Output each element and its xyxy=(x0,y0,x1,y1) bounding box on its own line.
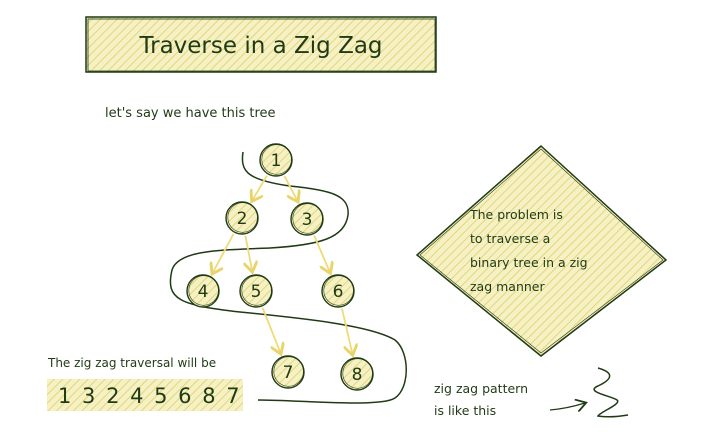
tree-node-label: 4 xyxy=(198,282,209,302)
tree-node-2: 2 xyxy=(225,201,259,235)
tree-node-label: 5 xyxy=(251,282,262,302)
title-box: Traverse in a Zig Zag xyxy=(85,16,437,73)
tree-node-1: 1 xyxy=(259,143,293,177)
zigzag-squiggle-icon xyxy=(593,367,629,418)
pattern-line-1: zig zag pattern xyxy=(434,381,528,396)
traversal-box: 1 3 2 4 5 6 8 7 xyxy=(47,379,243,411)
tree-node-6: 6 xyxy=(321,274,355,308)
problem-line-2: to traverse a xyxy=(470,231,550,246)
tree-node-label: 6 xyxy=(333,282,344,302)
tree-node-8: 8 xyxy=(340,357,374,391)
tree-edges xyxy=(213,175,352,354)
problem-line-4: zag manner xyxy=(470,279,546,294)
traversal-sequence: 1 3 2 4 5 6 8 7 xyxy=(58,384,242,408)
edge-n2-n4 xyxy=(213,233,235,273)
tree-node-label: 7 xyxy=(283,363,294,383)
edge-n6-n8 xyxy=(341,308,352,354)
edge-n5-n7 xyxy=(261,307,281,353)
problem-diamond: The problem is to traverse a binary tree… xyxy=(415,144,668,357)
pattern-arrow xyxy=(549,403,585,410)
tree-node-label: 3 xyxy=(302,210,313,230)
tree-node-5: 5 xyxy=(239,274,273,308)
problem-line-3: binary tree in a zig xyxy=(470,255,588,270)
intro-text: let's say we have this tree xyxy=(105,106,276,121)
problem-line-1: The problem is xyxy=(469,207,563,222)
pattern-line-2: is like this xyxy=(434,403,496,418)
edge-n2-n5 xyxy=(245,235,252,271)
tree-node-7: 7 xyxy=(271,355,305,389)
tree-node-label: 1 xyxy=(271,151,282,171)
diagram-canvas: Traverse in a Zig Zag let's say we have … xyxy=(47,16,668,418)
tree-node-label: 2 xyxy=(237,209,248,229)
edge-n1-n3 xyxy=(283,175,297,200)
tree-node-3: 3 xyxy=(290,202,324,236)
tree-node-label: 8 xyxy=(352,365,363,385)
page-title: Traverse in a Zig Zag xyxy=(138,33,382,59)
tree-node-4: 4 xyxy=(186,274,220,308)
traversal-label: The zig zag traversal will be xyxy=(47,356,216,370)
